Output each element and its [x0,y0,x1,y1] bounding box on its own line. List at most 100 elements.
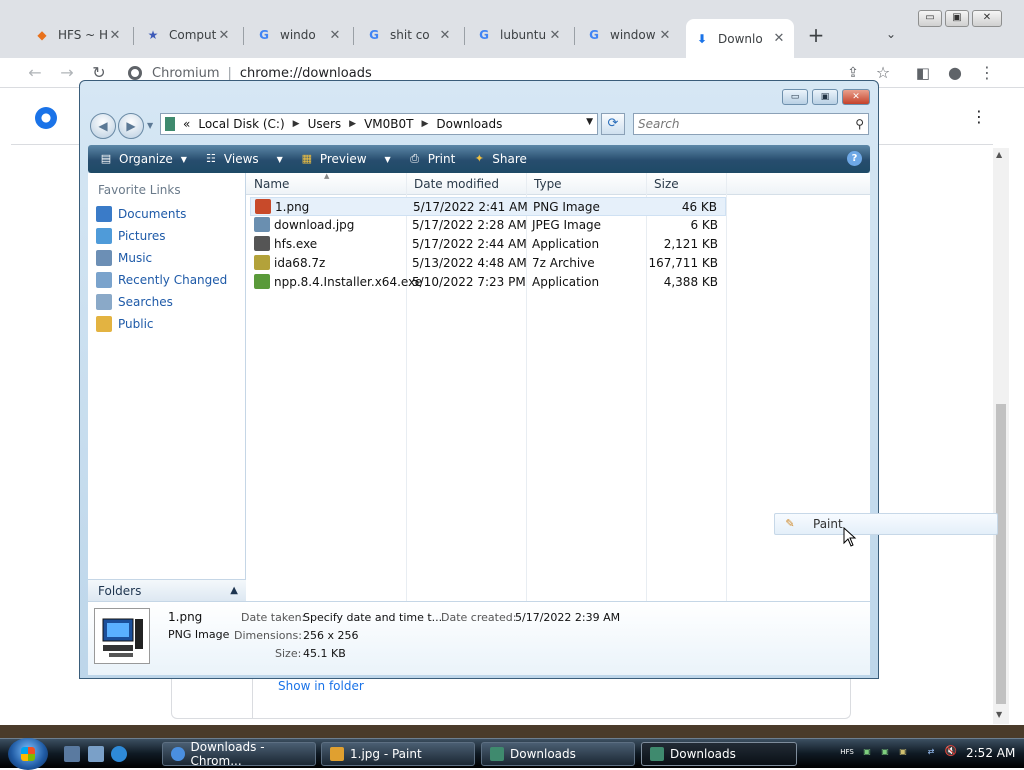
clock[interactable]: 2:52 AM [966,746,1015,760]
tab-windows-1[interactable]: G windo ✕ [248,20,350,50]
help-icon[interactable]: ? [847,151,862,166]
date-taken-value[interactable]: Specify date and time t... [303,611,442,624]
tray-app-icon[interactable]: ▣ [878,745,892,759]
file-row-npp-installer[interactable]: npp.8.4.Installer.x64.exe 5/10/2022 7:23… [250,273,726,292]
explorer-minimize-button[interactable]: ▭ [782,89,808,105]
breadcrumb-downloads[interactable]: Downloads [436,117,502,131]
recent-pages-icon[interactable]: ▼ [147,121,153,130]
search-input[interactable]: Search ⚲ [633,113,869,135]
scrollbar-thumb[interactable] [996,404,1006,704]
folders-toggle[interactable]: Folders ▲ [88,579,246,601]
profile-icon[interactable]: ● [944,62,966,84]
system-tray: HFS ▣ ▣ ▣ ⇄ 🔇 2:52 AM [836,739,1024,769]
show-desktop-icon[interactable] [64,746,80,762]
nav-link-searches[interactable]: Searches [96,293,173,311]
breadcrumb-arrow-icon[interactable]: ▶ [422,119,429,129]
file-row-downloadjpg[interactable]: download.jpg 5/17/2022 2:28 AM JPEG Imag… [250,216,726,235]
explorer-title-bar[interactable]: ▭ ▣ ✕ [80,81,878,109]
minimize-button[interactable]: ▭ [918,10,942,27]
internet-explorer-icon[interactable] [111,746,127,762]
views-button[interactable]: ☷ Views ▼ [203,152,283,166]
file-row-1png[interactable]: 1.png 5/17/2022 2:41 AM PNG Image 46 KB [250,197,726,216]
close-icon[interactable]: ✕ [108,28,122,43]
tab-downloads[interactable]: ⬇ Downlo ✕ [686,19,794,58]
task-downloads-folder-1[interactable]: Downloads [481,742,635,766]
close-icon[interactable]: ✕ [658,28,672,43]
tab-title: Downlo [718,31,763,46]
volume-muted-icon[interactable]: 🔇 [944,745,958,759]
explorer-nav-row: ◀ ▶ ▼ « Local Disk (C:) ▶ Users ▶ VM0B0T… [80,109,878,141]
close-icon[interactable]: ✕ [772,31,786,46]
tab-search-icon[interactable]: ⌄ [886,27,896,41]
scroll-down-icon[interactable]: ▼ [996,710,1002,719]
details-filetype: PNG Image [168,628,230,641]
downloads-menu-icon[interactable]: ⋮ [971,107,987,126]
column-size[interactable]: Size [654,177,679,191]
breadcrumb-local-disk[interactable]: Local Disk (C:) [198,117,284,131]
tray-app-icon[interactable]: ▣ [896,745,910,759]
explorer-address-bar[interactable]: « Local Disk (C:) ▶ Users ▶ VM0B0T ▶ Dow… [160,113,598,135]
task-label: Downloads [670,747,736,761]
task-paint[interactable]: 1.jpg - Paint [321,742,475,766]
archive-file-icon [254,255,270,270]
nav-link-recently-changed[interactable]: Recently Changed [96,271,227,289]
file-row-hfsexe[interactable]: hfs.exe 5/17/2022 2:44 AM Application 2,… [250,235,726,254]
nav-link-label: Documents [118,207,187,221]
task-downloads-chromium[interactable]: Downloads - Chrom... [162,740,316,768]
side-panel-icon[interactable]: ◧ [912,62,934,84]
nav-link-music[interactable]: Music [96,249,152,267]
task-downloads-folder-2[interactable]: Downloads [641,742,797,766]
tab-hfs[interactable]: ◆ HFS ~ H ✕ [26,20,130,50]
organize-button[interactable]: ▤ Organize ▼ [98,152,187,166]
breadcrumb-arrow-icon[interactable]: ▶ [293,119,300,129]
nav-link-public[interactable]: Public [96,315,154,333]
breadcrumb-arrow-icon[interactable]: ▶ [349,119,356,129]
chromium-icon [128,66,142,80]
hfs-tray-icon[interactable]: HFS [840,745,854,759]
page-scrollbar[interactable]: ▲ ▼ [993,148,1009,724]
share-button[interactable]: ✦ Share [471,152,527,166]
scroll-up-icon[interactable]: ▲ [996,150,1002,159]
tray-app-icon[interactable]: ▣ [860,745,874,759]
breadcrumb-overflow[interactable]: « [183,117,190,131]
close-icon[interactable]: ✕ [438,28,452,43]
menu-icon[interactable]: ⋮ [976,62,998,84]
close-icon[interactable]: ✕ [328,28,342,43]
column-type[interactable]: Type [534,177,562,191]
tab-search-2[interactable]: G shit co ✕ [358,20,460,50]
tab-windows-2[interactable]: G window ✕ [578,20,680,50]
close-icon[interactable]: ✕ [217,28,231,43]
explorer-close-button[interactable]: ✕ [842,89,870,105]
breadcrumb-user[interactable]: VM0B0T [364,117,413,131]
forward-icon[interactable]: → [56,62,78,84]
search-icon[interactable]: ⚲ [855,114,864,134]
close-icon[interactable]: ✕ [548,28,562,43]
column-date-modified[interactable]: Date modified [414,177,499,191]
show-in-folder-link[interactable]: Show in folder [278,679,364,693]
breadcrumb-users[interactable]: Users [308,117,342,131]
switch-windows-icon[interactable] [88,746,104,762]
forward-button[interactable]: ▶ [118,113,144,139]
tab-computer[interactable]: ★ Comput ✕ [137,20,239,50]
column-name[interactable]: Name [254,177,289,191]
tab-lubuntu[interactable]: G lubuntu ✕ [468,20,570,50]
print-button[interactable]: ⎙ Print [407,152,455,166]
close-window-button[interactable]: ✕ [972,10,1002,27]
back-button[interactable]: ◀ [90,113,116,139]
drag-target-popup[interactable]: ✎ Paint [774,513,998,535]
star-icon: ★ [147,28,159,42]
nav-link-documents[interactable]: Documents [96,205,186,223]
address-dropdown-icon[interactable]: ▼ [586,117,593,127]
new-tab-button[interactable]: + [806,25,826,45]
file-row-ida687z[interactable]: ida68.7z 5/13/2022 4:48 AM 7z Archive 16… [250,254,726,273]
start-button[interactable] [8,738,48,770]
nav-link-pictures[interactable]: Pictures [96,227,166,245]
explorer-maximize-button[interactable]: ▣ [812,89,838,105]
maximize-button[interactable]: ▣ [945,10,969,27]
preview-button[interactable]: ▦ Preview ▼ [299,152,391,166]
network-icon[interactable]: ⇄ [924,745,938,759]
back-icon[interactable]: ← [24,62,46,84]
refresh-button[interactable]: ⟳ [601,113,625,135]
chevron-down-icon: ▼ [180,154,187,164]
google-icon: G [479,28,489,42]
